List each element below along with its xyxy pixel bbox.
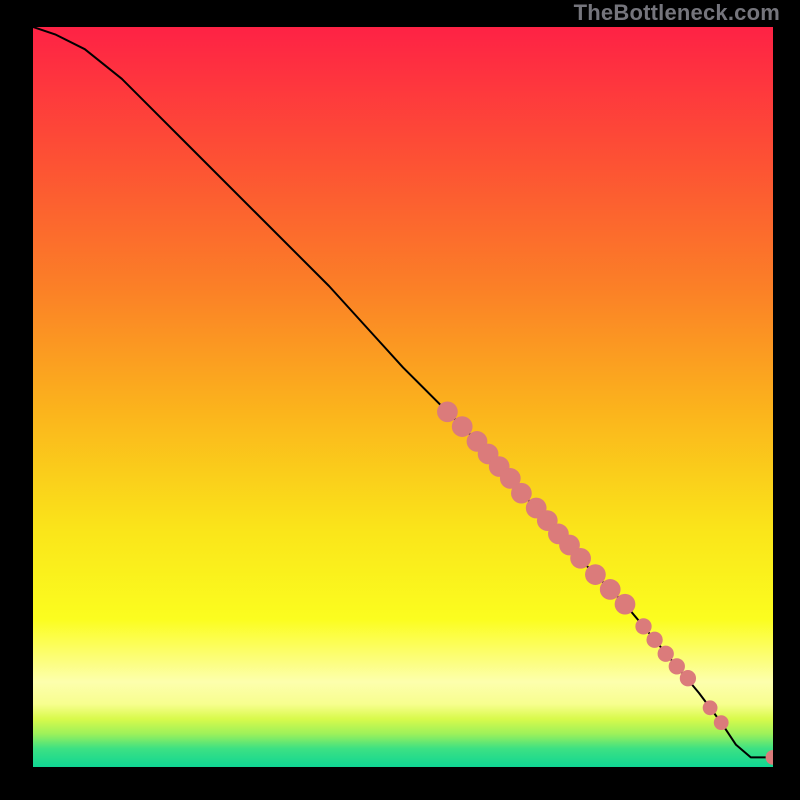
marker-point — [570, 548, 591, 569]
marker-point — [714, 715, 729, 730]
marker-point — [600, 579, 621, 600]
marker-point — [658, 646, 674, 662]
marker-point — [615, 594, 636, 615]
marker-point — [437, 401, 458, 422]
marker-point — [635, 618, 651, 634]
chart-container: TheBottleneck.com — [0, 0, 800, 800]
marker-point — [680, 670, 696, 686]
marker-point — [669, 658, 685, 674]
attribution-label: TheBottleneck.com — [574, 0, 780, 26]
marker-point — [646, 632, 662, 648]
plot-area — [33, 27, 773, 767]
marker-point — [452, 416, 473, 437]
marker-point — [703, 700, 718, 715]
marker-point — [585, 564, 606, 585]
marker-point — [511, 483, 532, 504]
chart-svg — [33, 27, 773, 767]
